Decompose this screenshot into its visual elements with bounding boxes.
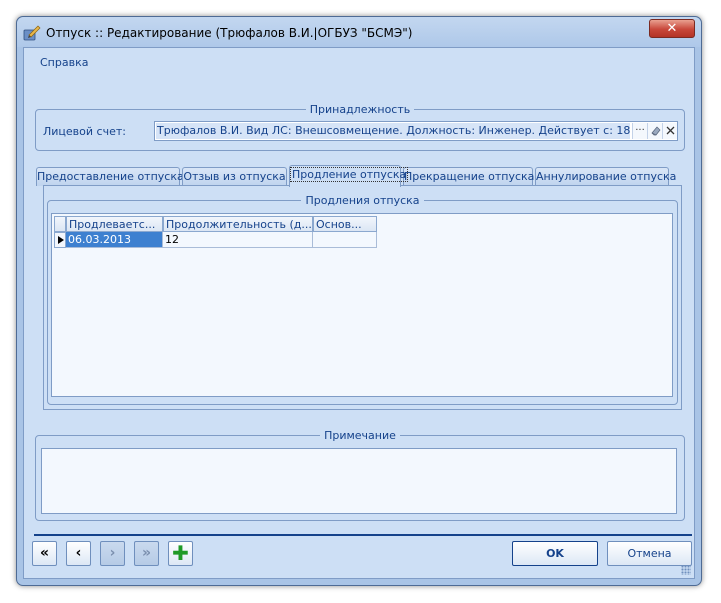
close-icon [666,126,674,135]
dialog-client-area: Справка Принадлежность Лицевой счет: Трю… [23,47,695,579]
account-combo[interactable]: Трюфалов В.И. Вид ЛС: Внешсовмещение. До… [154,121,678,141]
column-header-basis[interactable]: Основ... [313,216,377,232]
plus-icon: ✚ [172,541,189,565]
ellipsis-button[interactable]: ··· [632,123,647,139]
table-cell-date[interactable]: 06.03.2013 [66,232,163,248]
tab-cancel-leave[interactable]: Аннулирование отпуска [535,167,676,186]
extensions-group: Продления отпуска Продлеваетс... Продолж… [47,194,678,405]
eraser-icon [650,126,660,136]
resize-grip-icon[interactable] [681,565,691,575]
tab-recall-leave[interactable]: Отзыв из отпуска [182,167,287,186]
column-header-extended-from[interactable]: Продлеваетс... [66,216,163,232]
dialog-window: Отпуск :: Редактирование (Трюфалов В.И.|… [16,16,702,586]
ownership-group-title: Принадлежность [305,103,415,116]
double-chevron-right-icon: » [141,545,152,561]
column-header-duration[interactable]: Продолжительность (д... [163,216,313,232]
separator-line [34,534,692,536]
row-indicator-icon[interactable] [54,232,66,248]
close-icon: ✕ [666,21,678,36]
tab-extend-leave[interactable]: Продление отпуска [289,165,409,187]
note-textarea[interactable] [41,448,677,514]
previous-record-button[interactable]: ‹ [66,541,91,566]
account-value[interactable]: Трюфалов В.И. Вид ЛС: Внешсовмещение. До… [156,123,630,139]
extensions-group-title: Продления отпуска [301,194,424,207]
first-record-button[interactable]: « [32,541,57,566]
cancel-button[interactable]: Отмена [607,541,692,566]
tab-panel-extend-leave: Продления отпуска Продлеваетс... Продолж… [43,185,682,410]
next-record-button[interactable]: › [100,541,125,566]
ok-button[interactable]: OK [512,541,598,566]
chevron-left-icon: ‹ [75,545,82,561]
tab-stop-leave[interactable]: Прекращение отпуска [403,167,534,186]
close-button[interactable]: ✕ [649,19,695,38]
app-icon [23,25,41,41]
note-group-title: Примечание [320,429,400,442]
ellipsis-icon: ··· [635,125,645,136]
double-chevron-left-icon: « [39,545,50,561]
extensions-grid[interactable]: Продлеваетс... Продолжительность (д... О… [51,213,673,397]
tab-grant-leave[interactable]: Предоставление отпуска [36,167,184,186]
ownership-group: Принадлежность Лицевой счет: Трюфалов В.… [35,103,685,151]
clear-selection-button[interactable] [647,123,662,139]
add-record-button[interactable]: ✚ [168,541,193,566]
table-cell-duration[interactable]: 12 [163,232,313,248]
table-cell-basis[interactable] [313,232,377,248]
title-bar[interactable]: Отпуск :: Редактирование (Трюфалов В.И.|… [17,17,701,47]
remove-button[interactable] [662,123,677,139]
account-label: Лицевой счет: [43,125,126,138]
note-group: Примечание [35,429,685,521]
chevron-right-icon: › [109,545,116,561]
window-title: Отпуск :: Редактирование (Трюфалов В.И.|… [46,26,413,40]
grid-corner [54,216,66,232]
menu-item-help[interactable]: Справка [40,56,88,69]
last-record-button[interactable]: » [134,541,159,566]
